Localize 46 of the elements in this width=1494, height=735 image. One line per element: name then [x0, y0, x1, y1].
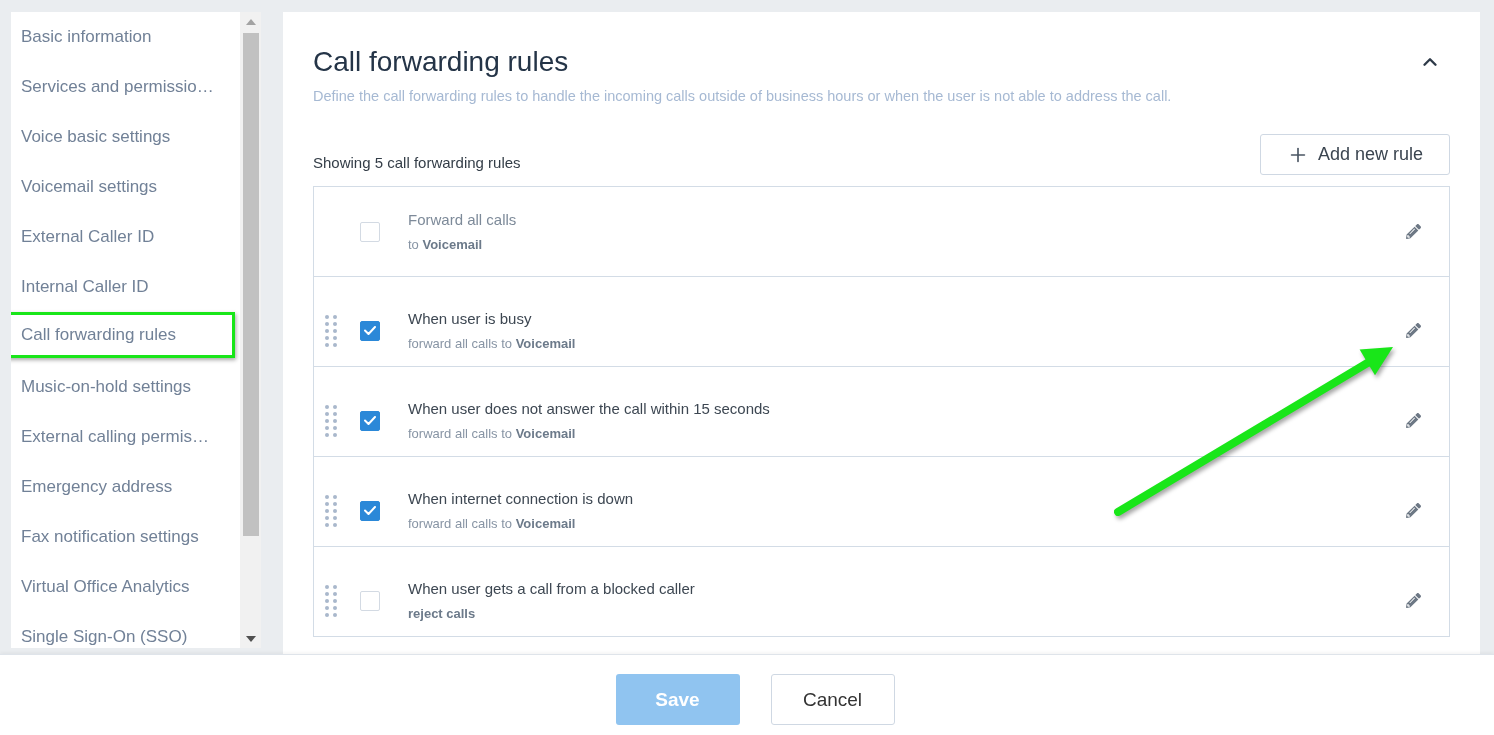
checkmark-icon — [364, 506, 376, 515]
drag-handle-icon[interactable] — [325, 494, 337, 527]
rule-title: When internet connection is down — [408, 488, 635, 509]
scrollbar-thumb[interactable] — [242, 33, 259, 536]
sidebar-item[interactable]: Services and permissio… — [11, 62, 240, 112]
checkbox[interactable] — [360, 500, 380, 521]
rule-title: When user does not answer the call within 15 seconds — [408, 398, 771, 419]
rule-detail: to Voicemail — [408, 235, 484, 254]
sidebar-item[interactable]: Fax notification settings — [11, 512, 240, 562]
checkbox[interactable] — [360, 320, 380, 341]
page-title: Call forwarding rules — [313, 45, 569, 79]
cancel-button[interactable]: Cancel — [770, 674, 895, 725]
sidebar-item[interactable]: Internal Caller ID — [11, 262, 240, 312]
checkmark-icon — [364, 416, 376, 425]
edit-pencil-icon[interactable] — [1406, 224, 1421, 239]
rule-detail: reject calls — [408, 604, 477, 623]
rules-count: Showing 5 call forwarding rules — [313, 153, 521, 173]
sidebar-item[interactable]: External calling permis… — [11, 412, 240, 462]
page-description: Define the call forwarding rules to handle the incoming calls outside of business hours or when the user is not able to address the call. — [313, 87, 1173, 106]
rule-detail: forward all calls to Voicemail — [408, 424, 577, 443]
drag-handle-icon[interactable] — [325, 314, 337, 347]
edit-pencil-icon[interactable] — [1406, 593, 1421, 608]
sidebar-item[interactable]: Virtual Office Analytics — [11, 562, 240, 612]
sidebar-item[interactable]: Voice basic settings — [11, 112, 240, 162]
scroll-up-icon[interactable] — [245, 19, 256, 25]
edit-pencil-icon[interactable] — [1406, 503, 1421, 518]
sidebar-item[interactable]: Voicemail settings — [11, 162, 240, 212]
rule-detail: forward all calls to Voicemail — [408, 514, 577, 533]
checkmark-icon — [364, 326, 376, 335]
edit-pencil-icon[interactable] — [1406, 323, 1421, 338]
sidebar-item[interactable]: Single Sign-On (SSO) — [11, 612, 240, 648]
scroll-down-icon[interactable] — [245, 636, 256, 642]
checkbox[interactable] — [360, 410, 380, 431]
sidebar-item[interactable]: Emergency address — [11, 462, 240, 512]
add-rule-button[interactable]: Add new rule — [1260, 134, 1450, 175]
rule-title: When user gets a call from a blocked caller — [408, 578, 696, 599]
rule-title: When user is busy — [408, 308, 533, 329]
rule-detail: forward all calls to Voicemail — [408, 334, 577, 353]
sidebar-item[interactable]: Basic information — [11, 12, 240, 62]
drag-handle-icon[interactable] — [325, 584, 337, 617]
edit-pencil-icon[interactable] — [1406, 413, 1421, 428]
drag-handle-icon[interactable] — [325, 404, 337, 437]
sidebar-item[interactable]: External Caller ID — [11, 212, 240, 262]
rule-title: Forward all calls — [408, 209, 518, 230]
sidebar-item[interactable]: Music-on-hold settings — [11, 362, 240, 412]
sidebar-item[interactable]: Call forwarding rules — [11, 312, 235, 358]
